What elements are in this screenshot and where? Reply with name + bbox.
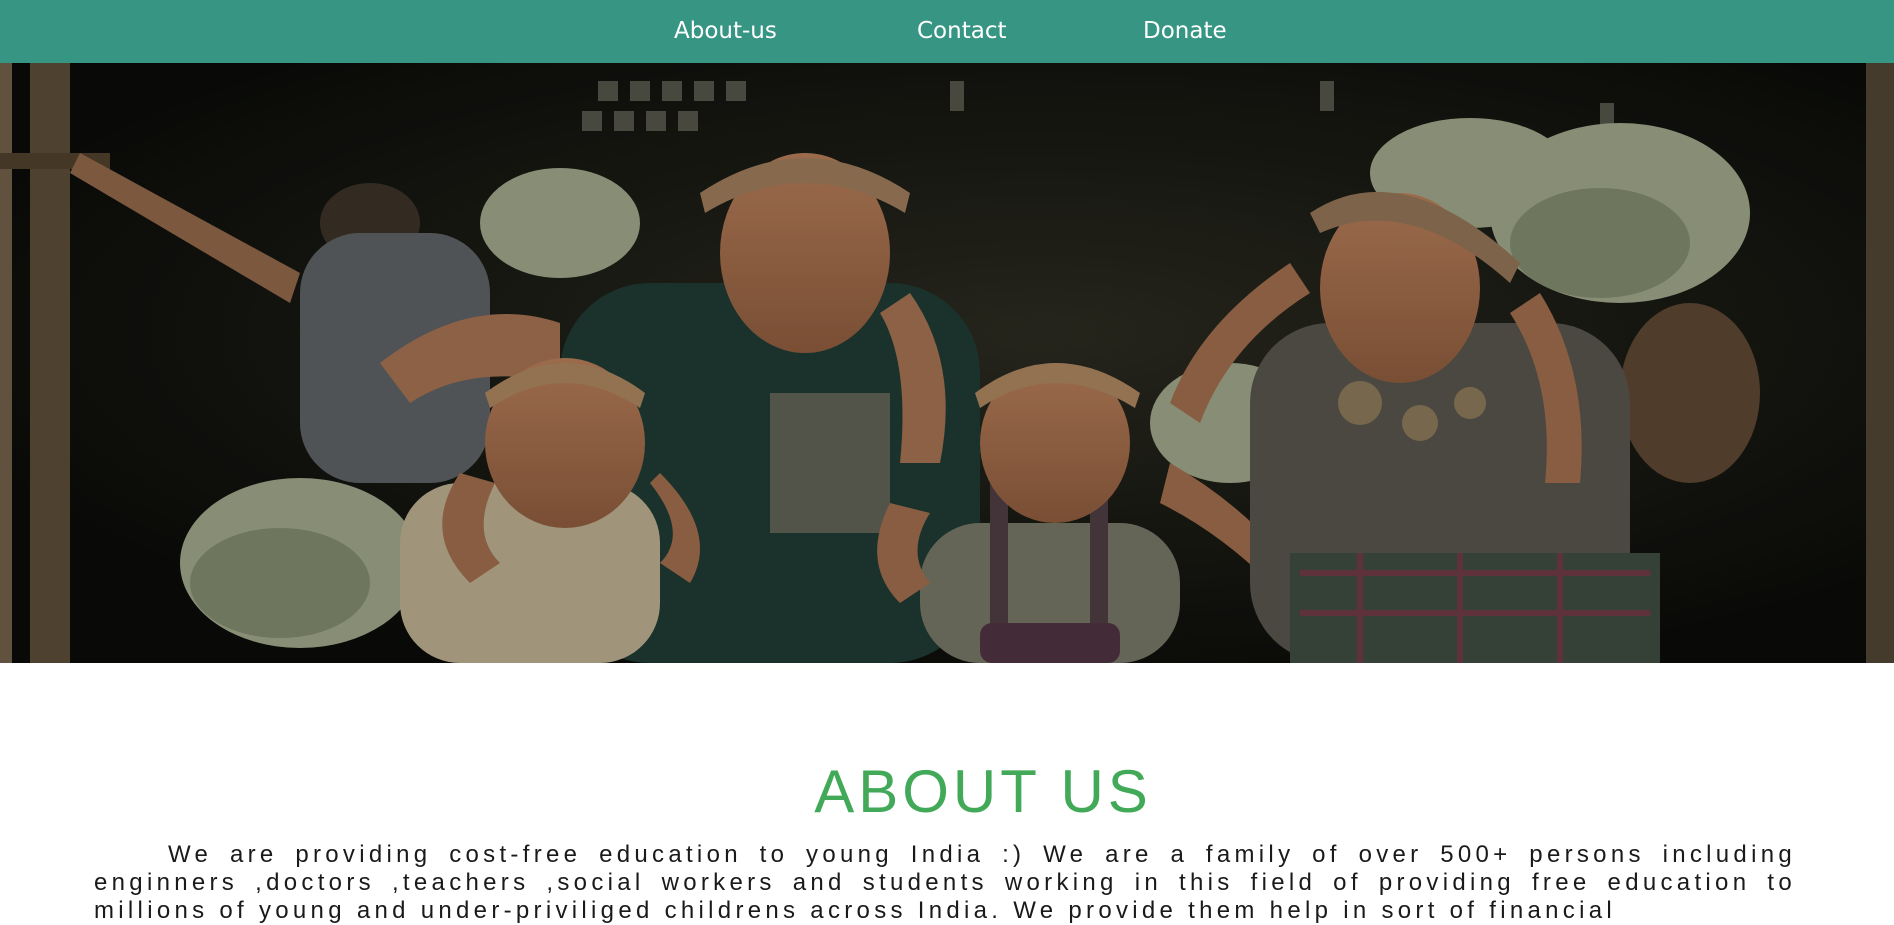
- about-us-paragraph: We are providing cost-free education to …: [94, 841, 1796, 924]
- hero-photo-illustration: [0, 63, 1894, 663]
- nav-link-contact[interactable]: Contact: [917, 0, 1006, 63]
- top-navbar: About-us Contact Donate: [0, 0, 1894, 63]
- about-us-heading: ABOUT US: [814, 758, 1152, 825]
- hero-image: [0, 63, 1894, 663]
- nav-link-donate[interactable]: Donate: [1143, 0, 1227, 63]
- nav-link-about-us[interactable]: About-us: [674, 0, 777, 63]
